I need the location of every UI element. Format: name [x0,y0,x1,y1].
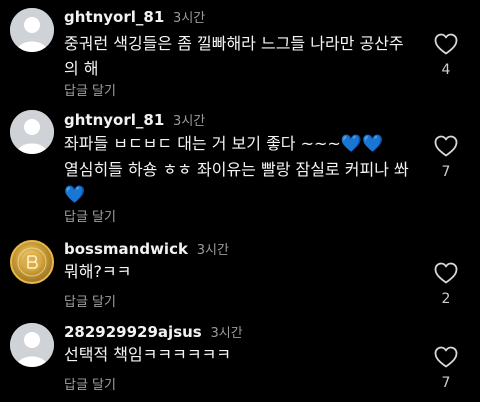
blue-heart-emoji: 💙💙 [340,134,384,154]
heart-outline-icon [434,33,458,55]
like-button[interactable] [434,33,458,55]
like-count: 4 [441,62,451,78]
blue-heart-emoji: 💙 [64,185,86,205]
username[interactable]: ghtnyorl_81 [64,8,164,26]
default-avatar-icon [10,323,54,367]
comment-header: ghtnyorl_81 3시간 [64,111,205,131]
comment-line: 열심히들 하숑 ㅎㅎ 좌이유는 빨랑 잠실로 커피나 쏴 [64,160,409,179]
comment-line: 선택적 책임ㅋㅋㅋㅋㅋㅋ [64,345,232,364]
comment-header: bossmandwick 3시간 [64,240,229,260]
comment-text: 뭐해?ㅋㅋ [64,259,424,284]
default-avatar-icon [10,8,54,52]
comment-line: 중궈런 색깅들은 좀 낄빠해라 느그들 나라만 공산주 [64,34,404,53]
reply-button[interactable]: 답글 달기 [64,291,116,310]
comment-text: 좌파들 ㅂㄷㅂㄷ 대는 거 보기 좋다 ~~~💙💙 열심히들 하숑 ㅎㅎ 좌이유… [64,131,424,208]
avatar[interactable] [10,8,54,52]
like-count: 7 [441,164,451,180]
comment-header: ghtnyorl_81 3시간 [64,8,205,28]
comment-line: 의 해 [64,59,99,78]
username[interactable]: ghtnyorl_81 [64,111,164,129]
like-button[interactable] [434,262,458,284]
heart-outline-icon [434,135,458,157]
avatar[interactable] [10,240,54,284]
timestamp: 3시간 [196,243,229,258]
avatar[interactable] [10,323,54,367]
heart-outline-icon [434,346,458,368]
username[interactable]: 282929929ajsus [64,323,202,341]
username[interactable]: bossmandwick [64,240,188,258]
timestamp: 3시간 [210,326,243,341]
comment-line: 좌파들 ㅂㄷㅂㄷ 대는 거 보기 좋다 ~~~💙💙 [64,131,424,157]
like-button[interactable] [434,346,458,368]
heart-outline-icon [434,262,458,284]
comment-text: 중궈런 색깅들은 좀 낄빠해라 느그들 나라만 공산주 의 해 [64,31,424,81]
like-button[interactable] [434,135,458,157]
comment-text: 선택적 책임ㅋㅋㅋㅋㅋㅋ [64,342,424,367]
avatar[interactable] [10,110,54,154]
gold-coin-avatar-icon [17,247,47,277]
reply-button[interactable]: 답글 달기 [64,374,116,393]
timestamp: 3시간 [173,114,206,129]
comment-line: 뭐해?ㅋㅋ [64,262,132,281]
like-count: 2 [441,291,451,307]
comment-header: 282929929ajsus 3시간 [64,323,243,343]
comment-line-text: 좌파들 ㅂㄷㅂㄷ 대는 거 보기 좋다 ~~~ [64,134,341,153]
reply-button[interactable]: 답글 달기 [64,206,116,225]
reply-button[interactable]: 답글 달기 [64,80,116,99]
default-avatar-icon [10,110,54,154]
like-count: 7 [441,375,451,391]
comment-line: 💙 [64,182,424,208]
timestamp: 3시간 [173,11,206,26]
